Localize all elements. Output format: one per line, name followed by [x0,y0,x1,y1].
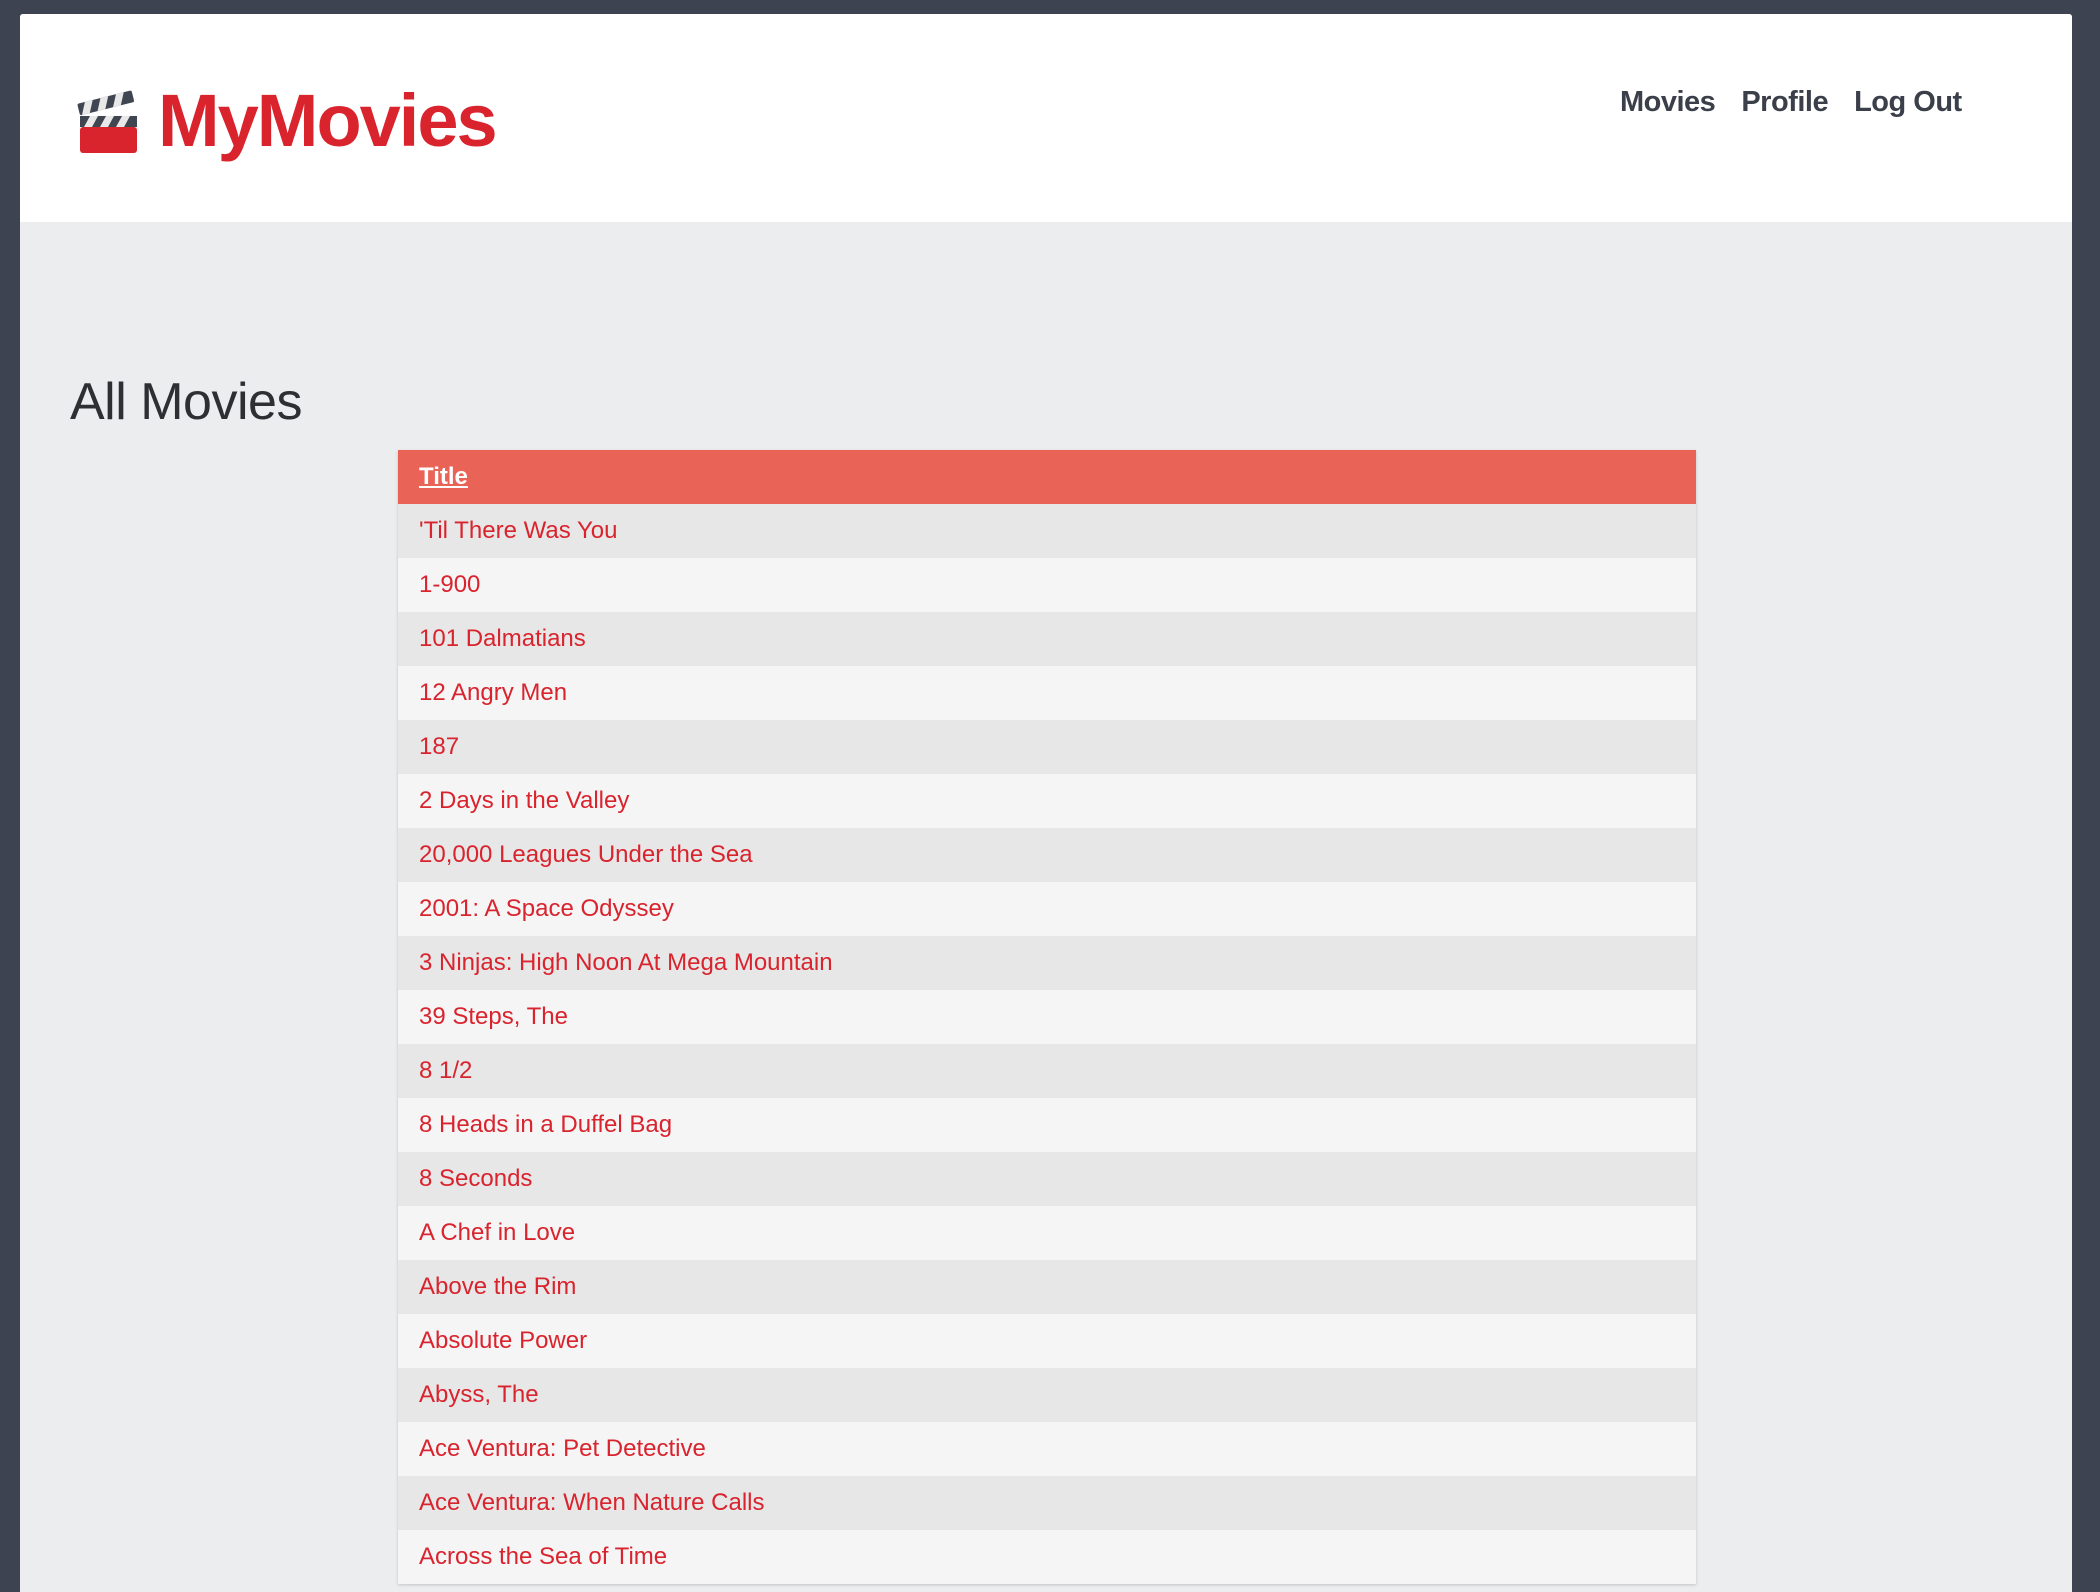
browser-viewport: MyMovies Movies Profile Log Out All Movi… [20,14,2072,1592]
site-header: MyMovies Movies Profile Log Out [20,14,2072,222]
title-cell: 12 Angry Men [398,666,1696,720]
movie-title-link[interactable]: 3 Ninjas: High Noon At Mega Mountain [419,949,833,976]
page-title: All Movies [70,373,302,431]
movie-title-link[interactable]: 39 Steps, The [419,1003,568,1030]
nav-movies-link[interactable]: Movies [1620,86,1716,119]
title-cell: 39 Steps, The [398,990,1696,1044]
title-cell: 20,000 Leagues Under the Sea [398,828,1696,882]
title-cell: Ace Ventura: When Nature Calls [398,1476,1696,1530]
title-cell: 8 Heads in a Duffel Bag [398,1098,1696,1152]
table-row: 12 Angry Men [398,666,1696,720]
brand-logo-link[interactable]: MyMovies [76,79,498,162]
title-cell: Absolute Power [398,1314,1696,1368]
movie-title-link[interactable]: Across the Sea of Time [419,1543,667,1570]
nav-profile-link[interactable]: Profile [1741,86,1828,119]
table-row: A Chef in Love [398,1206,1696,1260]
table-row: Ace Ventura: When Nature Calls [398,1476,1696,1530]
movies-table-body: 'Til There Was You 1-900 101 Dalmatians 12 … [398,504,1696,1584]
table-row: 3 Ninjas: High Noon At Mega Mountain [398,936,1696,990]
title-column-header: Title [398,450,1696,504]
title-cell: Across the Sea of Time [398,1530,1696,1584]
table-row: Abyss, The [398,1368,1696,1422]
title-cell: 'Til There Was You [398,504,1696,558]
movie-title-link[interactable]: 187 [419,733,459,760]
table-row: Ace Ventura: Pet Detective [398,1422,1696,1476]
title-cell: 187 [398,720,1696,774]
movie-title-link[interactable]: 'Til There Was You [419,517,617,544]
table-row: 187 [398,720,1696,774]
title-cell: 1-900 [398,558,1696,612]
table-row: Across the Sea of Time [398,1530,1696,1584]
table-row: 'Til There Was You [398,504,1696,558]
movie-title-link[interactable]: 1-900 [419,571,480,598]
movie-title-link[interactable]: 12 Angry Men [419,679,567,706]
brand-name: MyMovies [158,79,498,162]
movies-table: Title 'Til There Was You 1-900 101 Dalmati… [398,450,1696,1584]
table-row: Absolute Power [398,1314,1696,1368]
title-cell: 8 1/2 [398,1044,1696,1098]
movie-title-link[interactable]: Ace Ventura: When Nature Calls [419,1489,765,1516]
title-cell: Abyss, The [398,1368,1696,1422]
table-row: 2 Days in the Valley [398,774,1696,828]
main-nav: Movies Profile Log Out [1620,86,1962,119]
title-cell: Ace Ventura: Pet Detective [398,1422,1696,1476]
movie-title-link[interactable]: 2 Days in the Valley [419,787,629,814]
movie-title-link[interactable]: Abyss, The [419,1381,539,1408]
movie-title-link[interactable]: 101 Dalmatians [419,625,586,652]
movie-title-link[interactable]: A Chef in Love [419,1219,575,1246]
sort-by-title-link[interactable]: Title [419,463,468,490]
table-row: 8 Seconds [398,1152,1696,1206]
table-header-row: Title [398,450,1696,504]
table-row: 1-900 [398,558,1696,612]
table-row: 39 Steps, The [398,990,1696,1044]
movie-title-link[interactable]: 8 1/2 [419,1057,472,1084]
table-row: 2001: A Space Odyssey [398,882,1696,936]
nav-logout-link[interactable]: Log Out [1854,86,1962,119]
movie-title-link[interactable]: 8 Heads in a Duffel Bag [419,1111,672,1138]
title-cell: Above the Rim [398,1260,1696,1314]
table-row: 20,000 Leagues Under the Sea [398,828,1696,882]
table-row: 8 1/2 [398,1044,1696,1098]
movies-table-container: Title 'Til There Was You 1-900 101 Dalmati… [398,450,1696,1584]
title-cell: 2001: A Space Odyssey [398,882,1696,936]
movie-title-link[interactable]: 8 Seconds [419,1165,532,1192]
title-cell: A Chef in Love [398,1206,1696,1260]
clapperboard-icon [76,85,140,157]
movie-title-link[interactable]: 2001: A Space Odyssey [419,895,674,922]
movie-title-link[interactable]: Above the Rim [419,1273,576,1300]
title-cell: 101 Dalmatians [398,612,1696,666]
movie-title-link[interactable]: 20,000 Leagues Under the Sea [419,841,753,868]
table-row: 8 Heads in a Duffel Bag [398,1098,1696,1152]
movie-title-link[interactable]: Absolute Power [419,1327,587,1354]
table-row: Above the Rim [398,1260,1696,1314]
title-cell: 8 Seconds [398,1152,1696,1206]
title-cell: 3 Ninjas: High Noon At Mega Mountain [398,936,1696,990]
movie-title-link[interactable]: Ace Ventura: Pet Detective [419,1435,706,1462]
title-cell: 2 Days in the Valley [398,774,1696,828]
table-row: 101 Dalmatians [398,612,1696,666]
